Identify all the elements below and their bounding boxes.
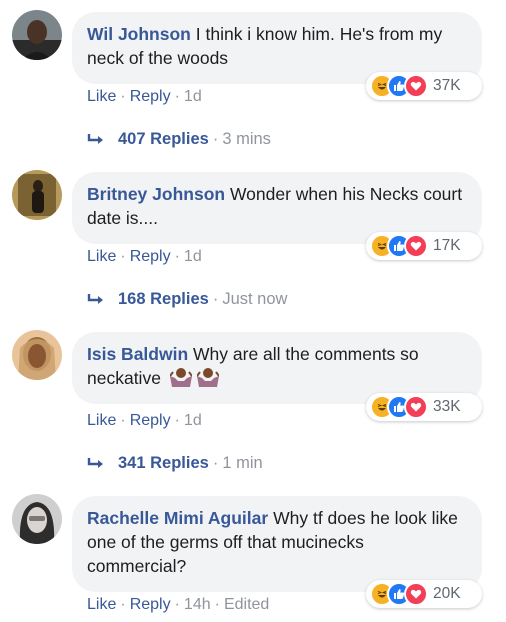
separator-dot: · <box>120 412 126 429</box>
separator-dot: · <box>174 412 180 429</box>
avatar[interactable] <box>12 10 62 60</box>
view-replies[interactable]: 407 Replies · 3 mins <box>86 130 271 149</box>
comment-actions: Like · Reply · 1d <box>87 88 202 106</box>
comment-bubble: Rachelle Mimi Aguilar Why tf does he loo… <box>72 496 482 592</box>
reactions-summary[interactable]: 33K <box>366 393 482 421</box>
reply-link[interactable]: Reply <box>130 248 171 265</box>
comment-author[interactable]: Wil Johnson <box>87 24 191 44</box>
avatar[interactable] <box>12 494 62 544</box>
separator-dot: · <box>212 130 219 148</box>
separator-dot: · <box>212 290 219 308</box>
separator-dot: · <box>212 454 219 472</box>
reply-arrow-icon <box>87 293 103 304</box>
replies-count-link[interactable]: 407 Replies <box>118 130 209 149</box>
separator-dot: · <box>174 248 180 265</box>
like-link[interactable]: Like <box>87 412 116 429</box>
separator-dot: · <box>214 596 220 613</box>
separator-dot: · <box>174 596 180 613</box>
comment-timestamp[interactable]: 1d <box>184 248 202 265</box>
reply-arrow-icon <box>87 457 103 468</box>
comment-actions: Like · Reply · 1d <box>87 248 202 266</box>
reaction-count: 17K <box>433 237 461 254</box>
love-icon <box>404 582 428 606</box>
reply-arrow-icon <box>87 133 103 144</box>
reactions-summary[interactable]: 37K <box>366 72 482 100</box>
edited-label[interactable]: Edited <box>224 596 269 613</box>
view-replies[interactable]: 341 Replies · 1 min <box>86 454 263 473</box>
comment-actions: Like · Reply · 14h · Edited <box>87 596 269 614</box>
reaction-count: 33K <box>433 398 461 415</box>
separator-dot: · <box>120 248 126 265</box>
comment-timestamp[interactable]: 1d <box>184 88 202 105</box>
replies-timestamp: 1 min <box>222 454 263 472</box>
comment-actions: Like · Reply · 1d <box>87 412 202 430</box>
separator-dot: · <box>174 88 180 105</box>
reactions-summary[interactable]: 20K <box>366 580 482 608</box>
replies-timestamp: 3 mins <box>222 130 271 148</box>
comment-author[interactable]: Isis Baldwin <box>87 344 188 364</box>
separator-dot: · <box>120 596 126 613</box>
love-icon <box>404 74 428 98</box>
comment-timestamp[interactable]: 14h <box>184 596 211 613</box>
comment-timestamp[interactable]: 1d <box>184 412 202 429</box>
view-replies[interactable]: 168 Replies · Just now <box>86 290 287 309</box>
replies-count-link[interactable]: 341 Replies <box>118 454 209 473</box>
reply-link[interactable]: Reply <box>130 412 171 429</box>
reaction-count: 20K <box>433 585 461 602</box>
reactions-summary[interactable]: 17K <box>366 232 482 260</box>
love-icon <box>404 234 428 258</box>
replies-count-link[interactable]: 168 Replies <box>118 290 209 309</box>
reaction-count: 37K <box>433 77 461 94</box>
comment-author[interactable]: Rachelle Mimi Aguilar <box>87 508 268 528</box>
avatar[interactable] <box>12 170 62 220</box>
like-link[interactable]: Like <box>87 248 116 265</box>
comment-author[interactable]: Britney Johnson <box>87 184 225 204</box>
reply-link[interactable]: Reply <box>130 88 171 105</box>
like-link[interactable]: Like <box>87 88 116 105</box>
reply-link[interactable]: Reply <box>130 596 171 613</box>
like-link[interactable]: Like <box>87 596 116 613</box>
separator-dot: · <box>120 88 126 105</box>
love-icon <box>404 395 428 419</box>
avatar[interactable] <box>12 330 62 380</box>
replies-timestamp: Just now <box>222 290 288 308</box>
shrug-emoji <box>169 367 193 393</box>
shrug-emoji <box>195 367 220 393</box>
